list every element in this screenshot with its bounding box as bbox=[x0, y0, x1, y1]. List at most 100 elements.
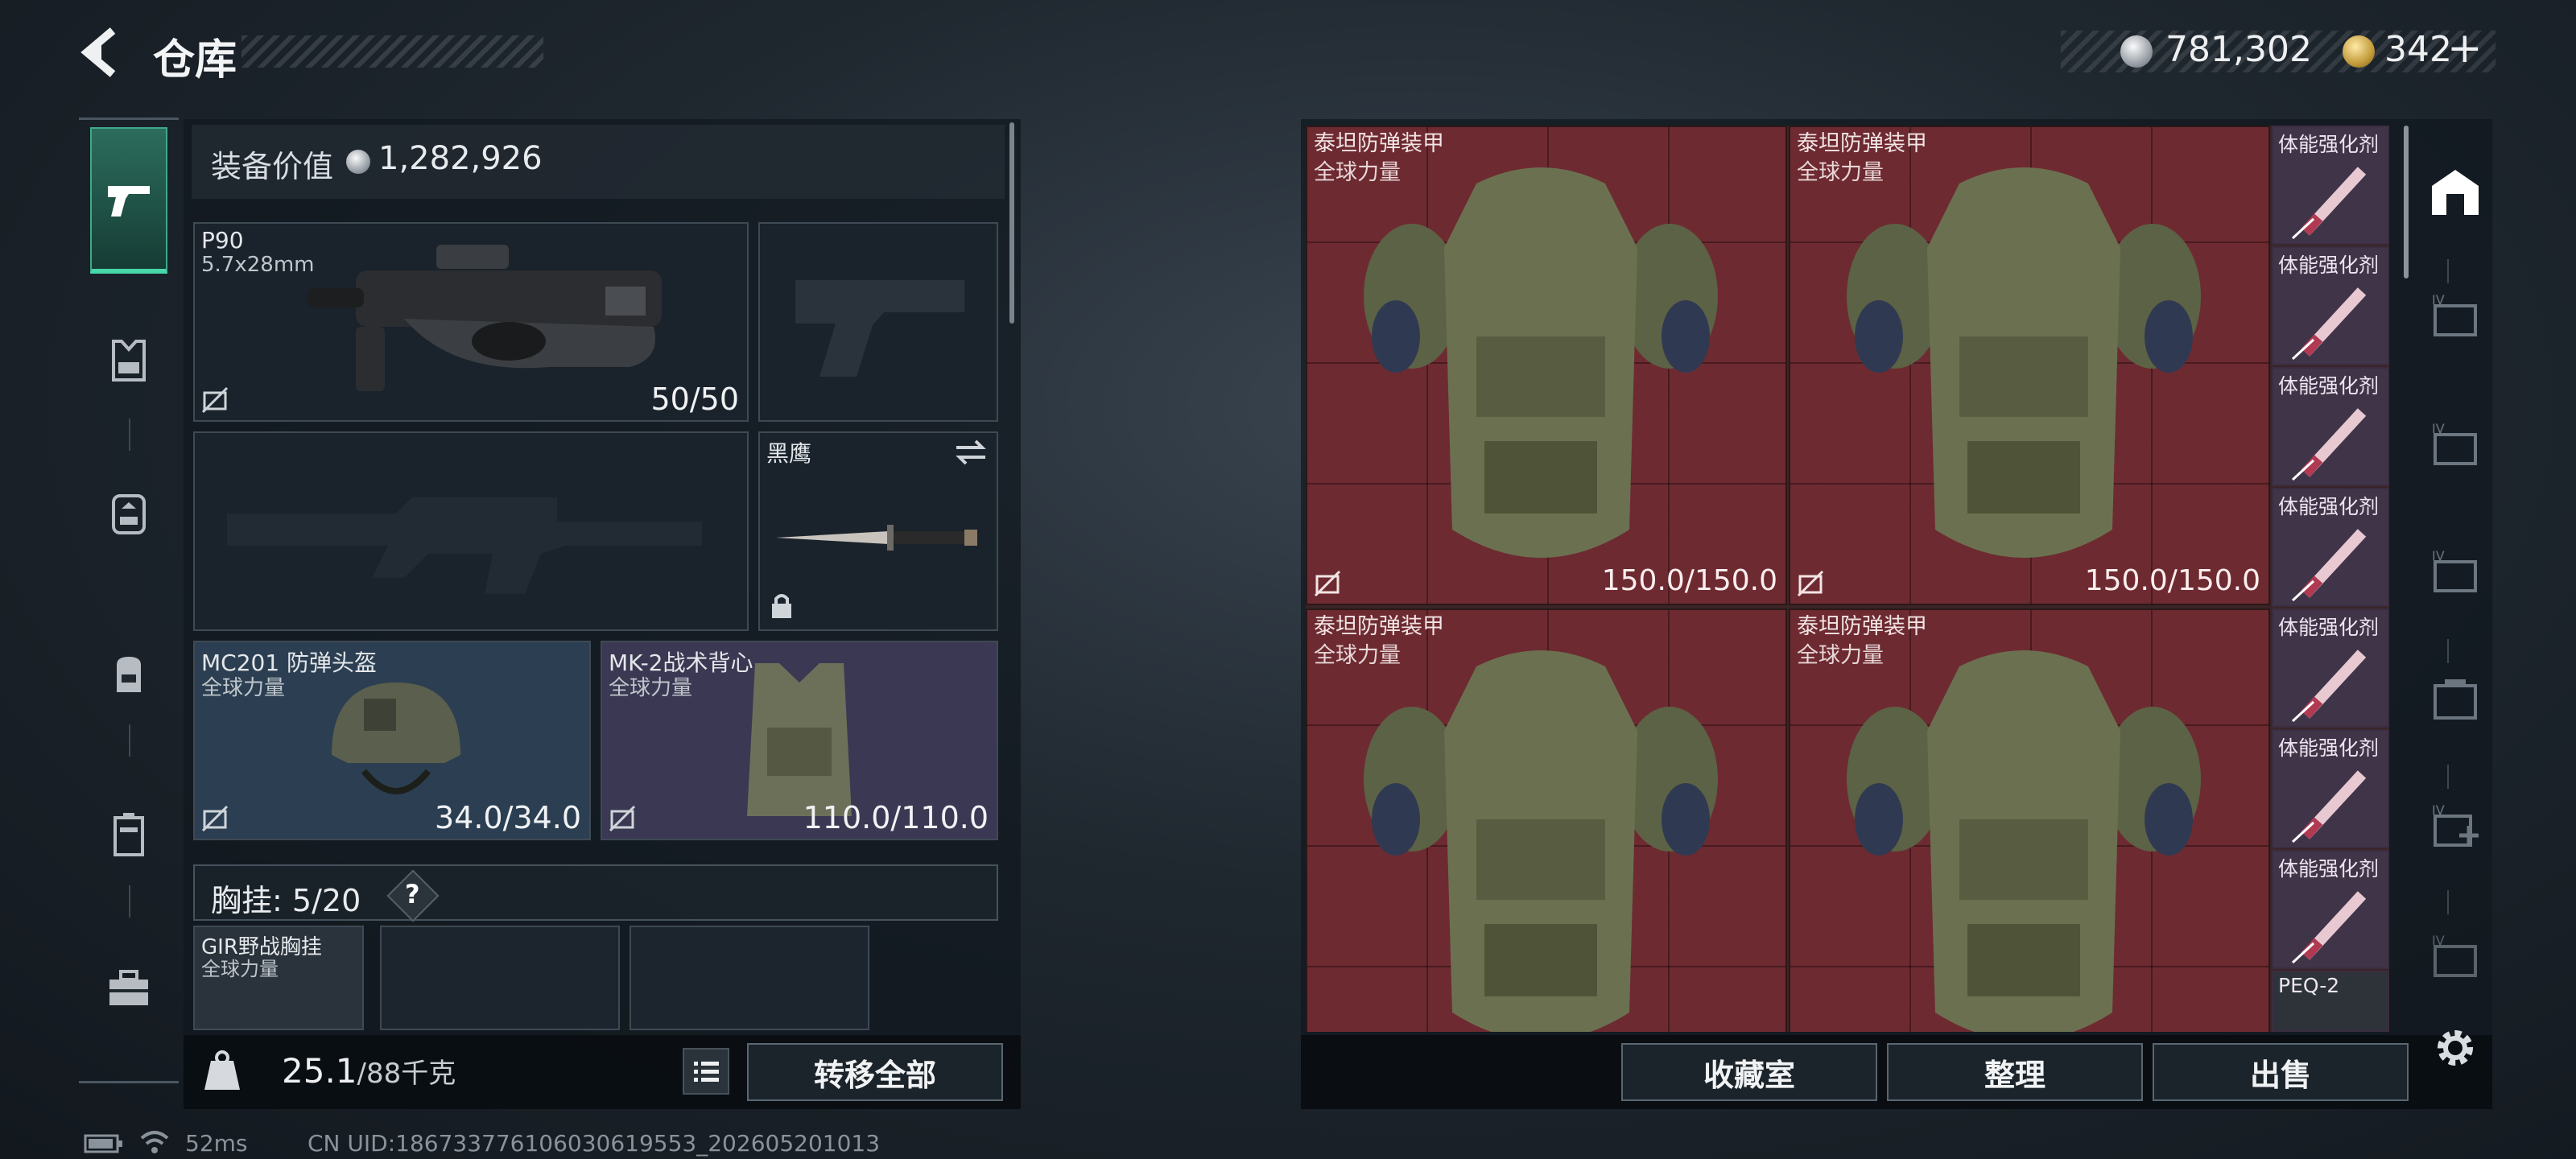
pistol-icon bbox=[105, 179, 153, 223]
item-name: 体能强化剂 bbox=[2278, 133, 2380, 156]
stash-item-stim[interactable]: 体能强化剂 bbox=[2272, 367, 2389, 486]
gear-icon bbox=[2431, 1024, 2479, 1075]
helmet-durability: 34.0/34.0 bbox=[434, 800, 581, 835]
stash-scrollbar[interactable] bbox=[2404, 126, 2409, 278]
syringe-icon bbox=[2291, 650, 2367, 723]
add-currency-button[interactable]: + bbox=[2447, 24, 2483, 72]
vest-slot[interactable]: MK-2战术背心 全球力量 110.0/110.0 bbox=[601, 641, 998, 840]
syringe-icon bbox=[2291, 287, 2367, 361]
pouch-slot-empty[interactable] bbox=[630, 926, 869, 1030]
stash-item-armor[interactable]: 泰坦防弹装甲 全球力量 150.0/150.0 bbox=[1306, 126, 1787, 605]
stash-box-icon: IV bbox=[2429, 932, 2482, 984]
sidebar-item-toolbox[interactable] bbox=[89, 950, 169, 1030]
stash-tab-2[interactable]: IV bbox=[2423, 285, 2487, 349]
silver-coin-icon bbox=[2120, 35, 2153, 68]
sort-button[interactable]: 整理 bbox=[1887, 1043, 2143, 1101]
sidebar-divider bbox=[129, 419, 130, 451]
carry-weight: 25.1/88千克 bbox=[282, 1051, 456, 1091]
titan-armor-image bbox=[1847, 167, 2201, 558]
titan-armor-image bbox=[1364, 650, 1718, 1032]
case-icon bbox=[109, 810, 149, 861]
syringe-icon bbox=[2291, 770, 2367, 843]
no-insurance-icon bbox=[201, 386, 229, 414]
armor-durability: 150.0/150.0 bbox=[2084, 564, 2260, 597]
sidebar-item-backpack[interactable] bbox=[89, 636, 169, 716]
svg-text:IV: IV bbox=[2432, 933, 2445, 948]
stash-item-stim[interactable]: 体能强化剂 bbox=[2272, 488, 2389, 607]
svg-text:IV: IV bbox=[2432, 292, 2445, 307]
list-icon bbox=[694, 1062, 719, 1082]
back-icon[interactable] bbox=[77, 24, 126, 80]
add-stash-tab[interactable]: IV bbox=[2423, 795, 2487, 860]
stash-item-armor[interactable]: 泰坦防弹装甲 全球力量 bbox=[1306, 608, 1787, 1032]
sidebar-item-weapons[interactable] bbox=[89, 161, 169, 241]
stash-item-peq2[interactable]: PEQ-2 bbox=[2272, 971, 2389, 1032]
stash-item-stim[interactable]: 体能强化剂 bbox=[2272, 126, 2389, 245]
secondary-weapon-slot[interactable] bbox=[758, 222, 998, 422]
sidebar-divider bbox=[2447, 890, 2449, 914]
stash-tab-5[interactable] bbox=[2423, 668, 2487, 732]
no-insurance-icon bbox=[201, 805, 229, 832]
battery-icon bbox=[84, 1133, 124, 1157]
sidebar-item-case[interactable] bbox=[89, 795, 169, 876]
chest-rig-item-faction: 全球力量 bbox=[201, 958, 279, 980]
equipment-value-label: 装备价值 bbox=[211, 149, 334, 184]
chest-rig-item-slot[interactable]: GIR野战胸挂 全球力量 bbox=[193, 926, 364, 1030]
stash-box-icon: IV bbox=[2429, 420, 2482, 472]
settings-button[interactable] bbox=[2423, 1017, 2487, 1082]
stash-item-stim[interactable]: 体能强化剂 bbox=[2272, 850, 2389, 969]
user-uid: CN UID:18673377610603061955​3_2026052010… bbox=[308, 1130, 881, 1157]
primary-weapon-slot[interactable]: P90 5.7x28mm 50/50 bbox=[193, 222, 749, 422]
helmet-faction: 全球力量 bbox=[201, 676, 286, 700]
gold-currency-amount: 342 bbox=[2384, 29, 2452, 70]
carry-weight-max: /88千克 bbox=[357, 1058, 456, 1090]
sidebar-item-chest-rig[interactable] bbox=[89, 475, 169, 555]
carry-weight-value: 25.1 bbox=[282, 1051, 357, 1091]
stash-item-stim[interactable]: 体能强化剂 bbox=[2272, 608, 2389, 728]
rifle-silhouette-icon bbox=[227, 497, 702, 594]
swap-icon[interactable] bbox=[953, 436, 989, 472]
stash-box-icon bbox=[2429, 674, 2482, 726]
stash-item-stim[interactable]: 体能强化剂 bbox=[2272, 729, 2389, 848]
loadout-scrollbar[interactable] bbox=[1009, 122, 1014, 324]
sidebar-divider bbox=[129, 724, 130, 757]
stash-item-stim[interactable]: 体能强化剂 bbox=[2272, 246, 2389, 365]
weapon-name: P90 bbox=[201, 227, 244, 254]
helmet-slot[interactable]: MC201 防弹头盔 全球力量 34.0/34.0 bbox=[193, 641, 591, 840]
weight-icon bbox=[200, 1048, 245, 1093]
melee-name: 黑鹰 bbox=[766, 440, 812, 467]
knife-image bbox=[776, 525, 977, 551]
titan-armor-image bbox=[1847, 650, 2201, 1032]
stash-tab-main[interactable] bbox=[2423, 161, 2487, 225]
stash-item-armor[interactable]: 泰坦防弹装甲 全球力量 bbox=[1789, 608, 2270, 1032]
sidebar-item-armor[interactable] bbox=[89, 322, 169, 402]
collection-room-button[interactable]: 收藏室 bbox=[1621, 1043, 1877, 1101]
melee-weapon-slot[interactable]: 黑鹰 bbox=[758, 431, 998, 631]
sell-button[interactable]: 出售 bbox=[2153, 1043, 2409, 1101]
stash-tab-4[interactable]: IV bbox=[2423, 541, 2487, 605]
chest-rig-icon bbox=[109, 491, 149, 539]
title-decoration bbox=[242, 35, 543, 68]
help-icon: ? bbox=[405, 879, 420, 909]
lock-icon bbox=[770, 591, 794, 623]
transfer-all-button[interactable]: 转移全部 bbox=[747, 1043, 1003, 1101]
item-name: PEQ-2 bbox=[2278, 974, 2340, 997]
pouch-slot-empty[interactable] bbox=[380, 926, 620, 1030]
syringe-icon bbox=[2291, 891, 2367, 964]
no-insurance-icon bbox=[1797, 570, 1824, 597]
svg-text:IV: IV bbox=[2432, 802, 2445, 818]
secondary-rifle-slot[interactable] bbox=[193, 431, 749, 631]
stash-tab-6[interactable]: IV bbox=[2423, 926, 2487, 990]
vest-faction: 全球力量 bbox=[609, 676, 693, 700]
titan-armor-image bbox=[1364, 167, 1718, 558]
svg-text:IV: IV bbox=[2432, 548, 2445, 563]
item-name: 体能强化剂 bbox=[2278, 374, 2380, 398]
stash-item-armor[interactable]: 泰坦防弹装甲 全球力量 150.0/150.0 bbox=[1789, 126, 2270, 605]
stash-tab-3[interactable]: IV bbox=[2423, 414, 2487, 478]
backpack-icon bbox=[109, 652, 149, 700]
sidebar-divider bbox=[129, 885, 130, 918]
list-view-button[interactable] bbox=[683, 1048, 729, 1095]
syringe-icon bbox=[2291, 529, 2367, 602]
pistol-silhouette-icon bbox=[795, 280, 964, 377]
item-name: 体能强化剂 bbox=[2278, 616, 2380, 639]
